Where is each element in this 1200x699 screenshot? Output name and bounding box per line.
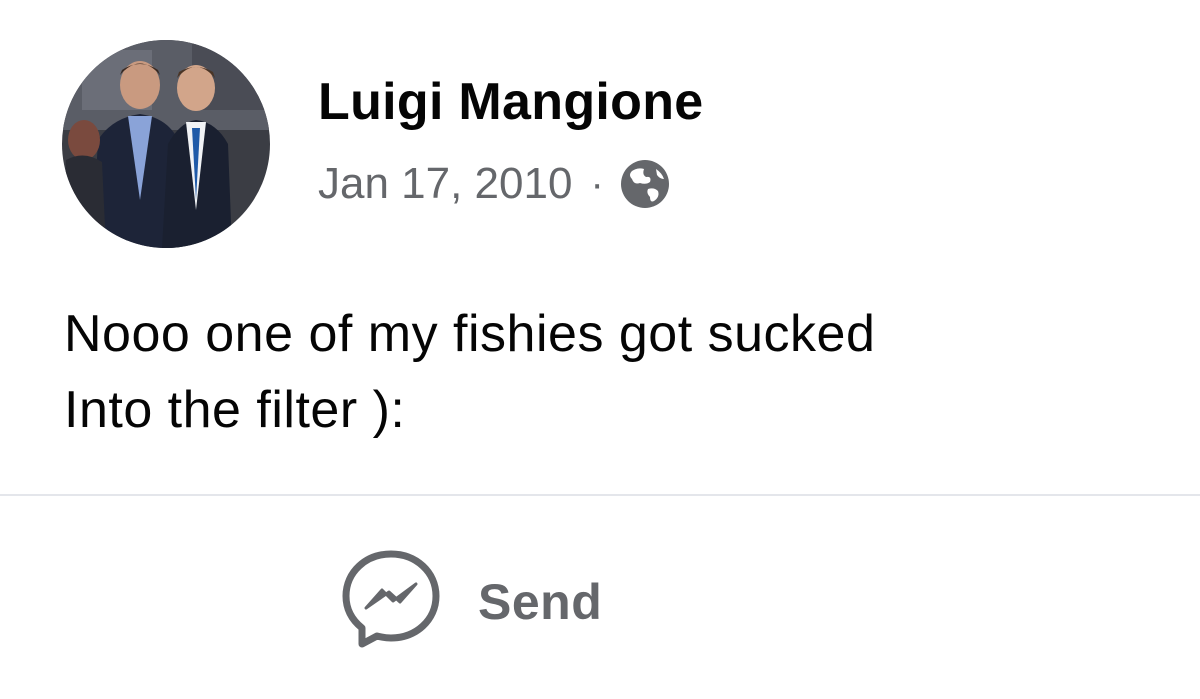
post-meta: Luigi Mangione Jan 17, 2010 · — [318, 70, 704, 210]
send-label: Send — [478, 573, 603, 630]
post-text-line: Into the filter ): — [64, 381, 406, 439]
facebook-post: Luigi Mangione Jan 17, 2010 · Nooo one o… — [0, 0, 1200, 699]
send-button[interactable]: Send — [340, 548, 602, 655]
timestamp-row: Jan 17, 2010 · — [318, 158, 704, 210]
avatar[interactable] — [62, 40, 270, 248]
post-date[interactable]: Jan 17, 2010 — [318, 158, 572, 210]
separator-dot: · — [590, 162, 604, 206]
post-header: Luigi Mangione Jan 17, 2010 · — [62, 40, 704, 248]
post-body: Nooo one of my fishies got sucked Into t… — [64, 296, 1174, 448]
author-name[interactable]: Luigi Mangione — [318, 70, 704, 134]
divider — [0, 494, 1200, 496]
avatar-photo — [62, 40, 270, 248]
post-text-line: Nooo one of my fishies got sucked — [64, 305, 876, 363]
messenger-icon — [340, 548, 442, 655]
globe-icon[interactable] — [620, 159, 670, 209]
